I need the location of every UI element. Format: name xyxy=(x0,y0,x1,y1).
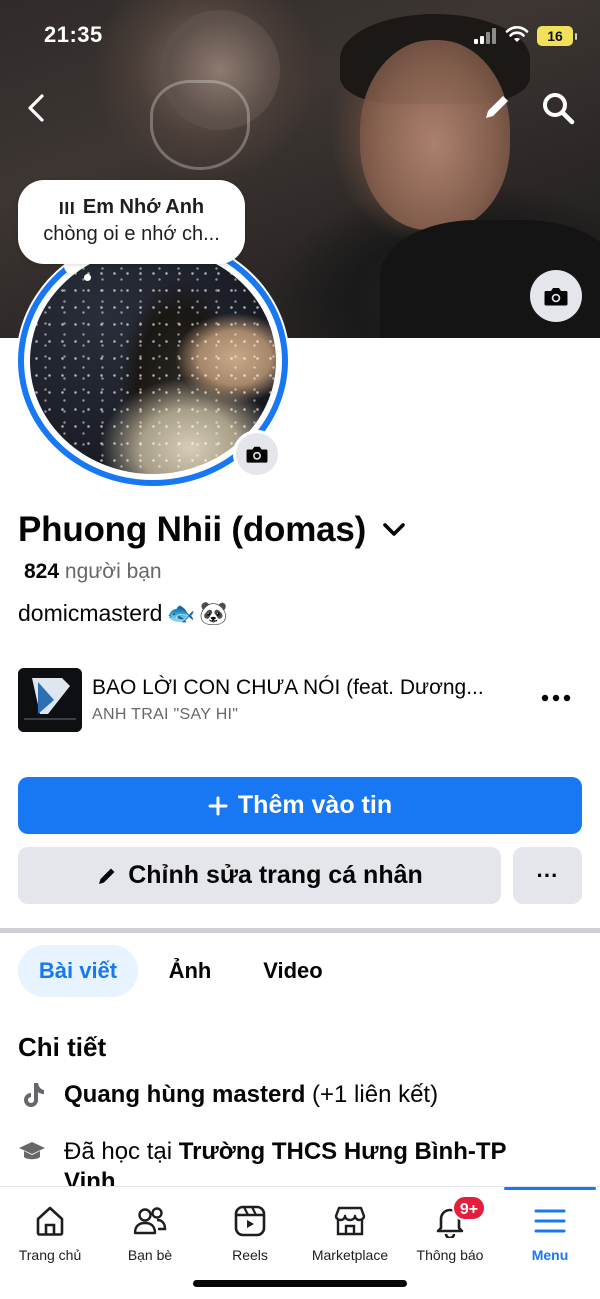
search-button[interactable] xyxy=(540,90,576,126)
nav-menu-label: Menu xyxy=(531,1247,569,1263)
plus-icon xyxy=(208,796,228,815)
more-icon: ··· xyxy=(536,862,559,888)
wifi-icon xyxy=(505,26,529,42)
edit-icon xyxy=(486,96,508,118)
graduation-icon xyxy=(19,1142,45,1160)
section-divider xyxy=(0,928,600,933)
chevron-down-icon xyxy=(383,523,405,536)
nav-marketplace[interactable]: Marketplace xyxy=(300,1187,400,1277)
signal-icon xyxy=(474,28,498,44)
tab-photos[interactable]: Ảnh xyxy=(150,945,230,997)
marketplace-icon xyxy=(334,1206,366,1236)
back-button[interactable] xyxy=(22,90,52,126)
bio-text: domicmasterd xyxy=(18,600,163,626)
edit-cover-button[interactable] xyxy=(480,90,514,124)
edit-profile-label: Chỉnh sửa trang cá nhân xyxy=(128,861,423,889)
avatar-camera-button[interactable] xyxy=(233,430,281,478)
friends-label: người bạn xyxy=(64,560,162,583)
profile-more-button[interactable]: ··· xyxy=(513,847,582,904)
nav-reels-label: Reels xyxy=(232,1247,268,1263)
add-to-story-button[interactable]: Thêm vào tin xyxy=(18,777,582,834)
notification-badge: 9+ xyxy=(452,1195,486,1221)
nav-friends-label: Bạn bè xyxy=(127,1247,173,1263)
details-title: Chi tiết xyxy=(18,1032,107,1062)
note-text: chòng oi e nhớ ch... xyxy=(43,223,220,245)
battery-indicator: 16 xyxy=(537,26,577,46)
note-bubble[interactable]: Em Nhớ Anh chòng oi e nhớ ch... xyxy=(18,180,245,264)
detail-tiktok[interactable]: Quang hùng masterd (+1 liên kết) xyxy=(18,1080,438,1110)
profile-bio: domicmasterd 🐟 🐼 xyxy=(18,600,228,627)
music-bars-icon xyxy=(59,201,74,214)
music-title: BAO LỜI CON CHƯA NÓI (feat. Dương... xyxy=(92,676,484,699)
back-icon xyxy=(28,94,44,122)
status-bar: 21:35 16 xyxy=(0,0,600,70)
add-to-story-label: Thêm vào tin xyxy=(237,791,393,819)
note-title: Em Nhớ Anh xyxy=(82,196,205,218)
fish-emoji: 🐟 xyxy=(166,600,196,626)
album-art xyxy=(18,668,82,732)
search-icon xyxy=(543,93,575,125)
detail-education[interactable]: Đã học tại Trường THCS Hưng Bình-TP xyxy=(18,1138,507,1166)
nav-menu[interactable]: Menu xyxy=(500,1187,600,1277)
note-bubble-tail-small xyxy=(84,274,91,281)
profile-music[interactable]: BAO LỜI CON CHƯA NÓI (feat. Dương... ANH… xyxy=(18,668,582,732)
edit-profile-button[interactable]: Chỉnh sửa trang cá nhân xyxy=(18,847,501,904)
friends-count[interactable]: 824 người bạn xyxy=(24,560,162,584)
cover-photo-glass xyxy=(150,80,250,170)
nav-home[interactable]: Trang chủ xyxy=(0,1187,100,1277)
school-prefix: Đã học tại xyxy=(64,1138,173,1165)
school-name: Trường THCS Hưng Bình-TP xyxy=(178,1138,507,1165)
nav-reels[interactable]: Reels xyxy=(200,1187,300,1277)
nav-notifications-label: Thông báo xyxy=(416,1247,484,1263)
friends-number: 824 xyxy=(24,560,60,583)
tab-posts[interactable]: Bài viết xyxy=(18,945,138,997)
album-cover xyxy=(18,668,82,732)
status-time: 21:35 xyxy=(44,22,103,47)
cover-camera-button[interactable] xyxy=(530,270,582,322)
panda-emoji: 🐼 xyxy=(199,600,228,626)
nav-friends[interactable]: Bạn bè xyxy=(100,1187,200,1277)
home-icon xyxy=(36,1206,64,1236)
note-title-row: Em Nhớ Anh xyxy=(18,196,245,219)
more-icon[interactable] xyxy=(540,688,572,708)
music-artist: ANH TRAI "SAY HI" xyxy=(92,706,239,723)
tiktok-extra: (+1 liên kết) xyxy=(312,1081,439,1108)
camera-icon xyxy=(246,446,268,463)
camera-icon xyxy=(544,288,568,306)
tiktok-name: Quang hùng masterd xyxy=(64,1081,306,1108)
nav-home-label: Trang chủ xyxy=(18,1247,82,1263)
home-indicator xyxy=(193,1280,407,1287)
profile-name-row[interactable]: Phuong Nhii (domas) xyxy=(18,510,406,550)
nav-notifications[interactable]: Thông báo xyxy=(400,1187,500,1277)
menu-icon xyxy=(534,1209,566,1233)
tab-videos[interactable]: Video xyxy=(248,945,338,997)
tiktok-icon xyxy=(24,1083,44,1107)
profile-name: Phuong Nhii (domas) xyxy=(18,510,367,549)
reels-icon xyxy=(234,1205,266,1237)
nav-marketplace-label: Marketplace xyxy=(311,1247,389,1263)
pencil-icon xyxy=(99,868,115,884)
friends-icon xyxy=(133,1207,167,1235)
